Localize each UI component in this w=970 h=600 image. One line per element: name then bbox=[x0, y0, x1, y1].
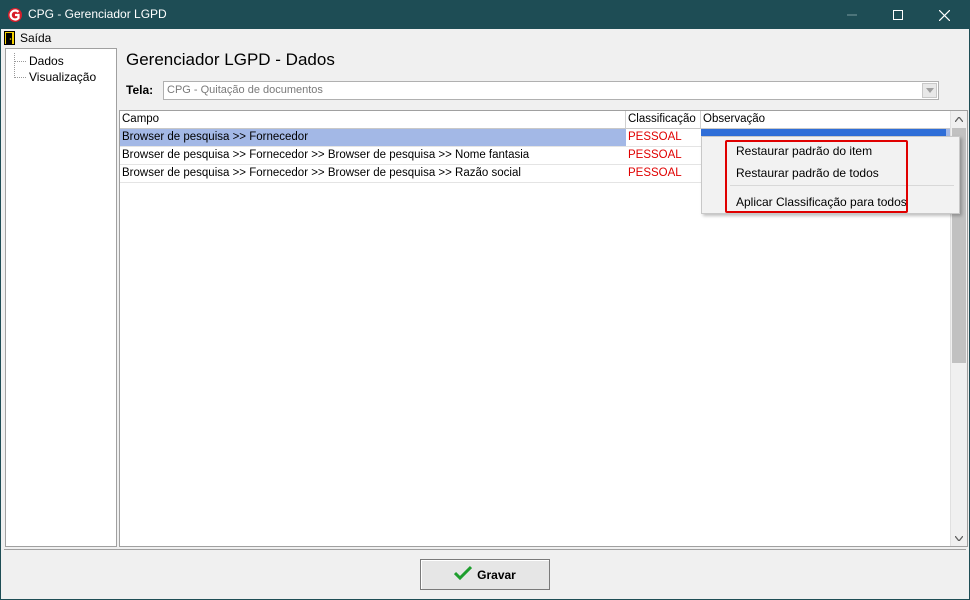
scroll-up-icon[interactable] bbox=[951, 111, 967, 127]
exit-door-icon bbox=[4, 31, 15, 45]
checkmark-icon bbox=[454, 565, 473, 584]
maximize-icon bbox=[893, 10, 903, 20]
menu-exit-label: Saída bbox=[20, 31, 52, 45]
grid-header: Campo Classificação Observação bbox=[120, 111, 951, 129]
minimize-button[interactable] bbox=[829, 1, 875, 29]
column-header-observacao[interactable]: Observação bbox=[701, 111, 951, 128]
app-window: CPG - Gerenciador LGPD Saída Dados Visua… bbox=[0, 0, 970, 600]
main-content: Gerenciador LGPD - Dados Tela: CPG - Qui… bbox=[119, 47, 969, 547]
cell-classificacao[interactable]: PESSOAL bbox=[626, 165, 701, 182]
cell-campo: Browser de pesquisa >> Fornecedor bbox=[122, 131, 309, 143]
annotation-highlight-box bbox=[725, 140, 908, 213]
cell-classificacao[interactable]: PESSOAL bbox=[626, 129, 701, 146]
column-header-campo[interactable]: Campo bbox=[120, 111, 626, 128]
menu-bar: Saída bbox=[2, 29, 968, 47]
cell-classificacao[interactable]: PESSOAL bbox=[626, 147, 701, 164]
save-button[interactable]: Gravar bbox=[420, 559, 550, 590]
close-button[interactable] bbox=[921, 1, 967, 29]
window-title: CPG - Gerenciador LGPD bbox=[28, 7, 167, 21]
scroll-down-icon[interactable] bbox=[951, 530, 967, 546]
footer-bar: Gravar bbox=[4, 549, 966, 597]
tela-label: Tela: bbox=[126, 83, 154, 97]
title-bar[interactable]: CPG - Gerenciador LGPD bbox=[1, 1, 969, 29]
minimize-icon bbox=[847, 14, 857, 16]
column-header-classificacao[interactable]: Classificação bbox=[626, 111, 701, 128]
tree-item-visualizacao[interactable]: Visualização bbox=[14, 70, 96, 84]
tree-item-dados[interactable]: Dados bbox=[14, 54, 64, 68]
dropdown-arrow-icon[interactable] bbox=[922, 83, 937, 98]
cell-campo: Browser de pesquisa >> Fornecedor >> Bro… bbox=[122, 149, 530, 161]
save-button-label: Gravar bbox=[477, 567, 516, 582]
app-logo-icon bbox=[7, 7, 23, 23]
menu-exit[interactable]: Saída bbox=[4, 30, 51, 46]
tree-item-label: Visualização bbox=[29, 70, 97, 84]
tela-selected-value: CPG - Quitação de documentos bbox=[167, 84, 323, 96]
navigation-tree: Dados Visualização bbox=[5, 48, 117, 547]
maximize-button[interactable] bbox=[875, 1, 921, 29]
tela-select[interactable]: CPG - Quitação de documentos bbox=[163, 81, 939, 100]
page-title: Gerenciador LGPD - Dados bbox=[126, 50, 335, 69]
cell-campo: Browser de pesquisa >> Fornecedor >> Bro… bbox=[122, 167, 521, 179]
tree-item-label: Dados bbox=[29, 54, 64, 68]
close-icon bbox=[938, 9, 950, 21]
